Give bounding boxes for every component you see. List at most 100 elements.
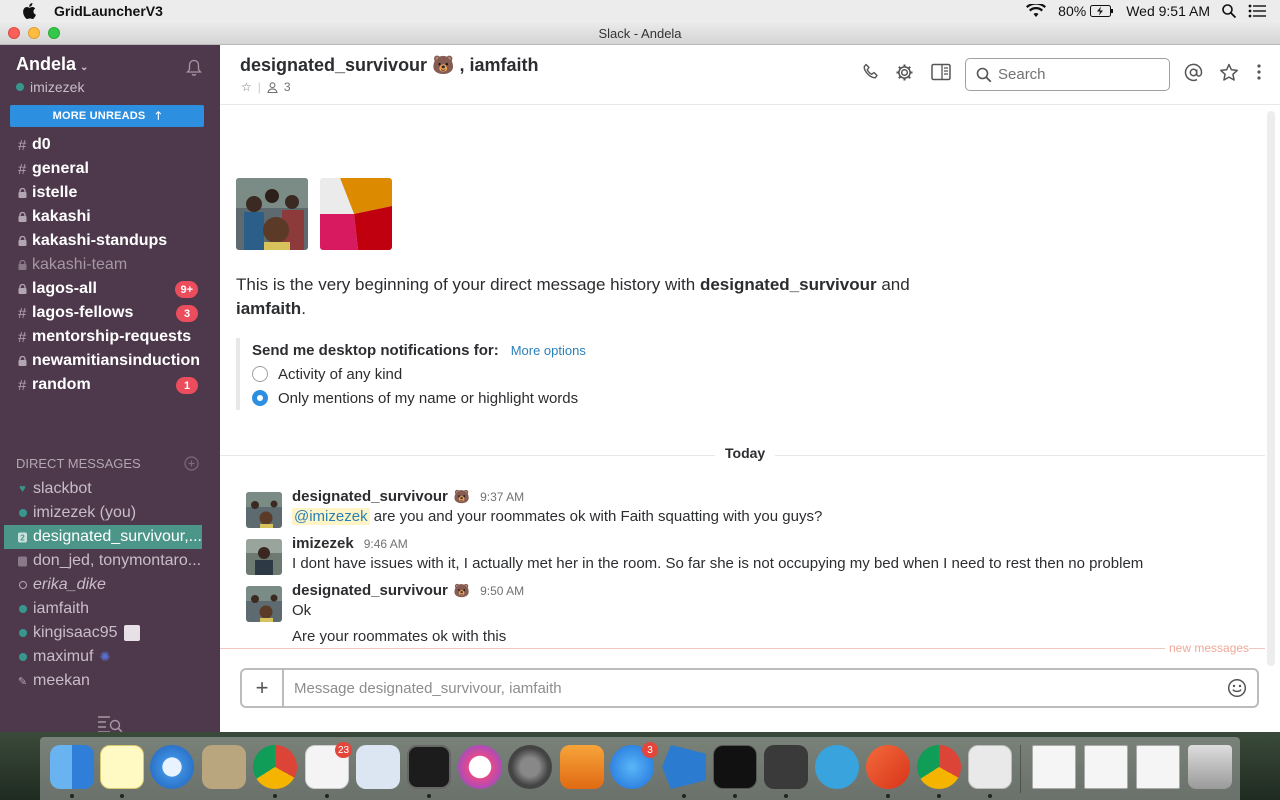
channel-item[interactable]: # general (0, 157, 220, 181)
channel-item[interactable]: kakashi-team (0, 253, 220, 277)
message-input[interactable]: Message designated_survivour, iamfaith (294, 680, 1227, 697)
close-window-button[interactable] (8, 27, 20, 39)
zoom-window-button[interactable] (48, 27, 60, 39)
search-input[interactable]: Search (965, 58, 1170, 91)
avatar[interactable] (246, 586, 282, 622)
channel-item[interactable]: # lagos-fellows 3 (0, 301, 220, 325)
channel-item[interactable]: # random 1 (0, 373, 220, 397)
menubar-clock[interactable]: Wed 9:51 AM (1126, 3, 1210, 19)
ibooks-icon[interactable] (560, 745, 604, 789)
conversation-title[interactable]: designated_survivour 🐻 , iamfaith (240, 55, 539, 76)
mentions-icon[interactable] (1184, 63, 1203, 82)
message-time[interactable]: 9:50 AM (480, 584, 524, 598)
intro-user-link[interactable]: designated_survivour (700, 275, 877, 294)
wifi-icon[interactable] (1026, 4, 1047, 18)
iterm-icon[interactable] (713, 745, 757, 789)
dm-item-self[interactable]: imizezek (you) (0, 501, 220, 525)
postgres-icon[interactable] (815, 745, 859, 789)
phone-icon[interactable] (862, 63, 880, 81)
active-app-name[interactable]: GridLauncherV3 (54, 3, 163, 19)
message-author[interactable]: designated_survivour (292, 488, 448, 505)
more-vertical-icon[interactable] (1256, 63, 1262, 81)
gear-icon[interactable] (895, 63, 914, 82)
sidebar-toggle-icon[interactable] (931, 63, 951, 81)
dm-item-maximuf[interactable]: maximuf ✺ (0, 645, 220, 669)
online-status-icon (18, 653, 27, 661)
java-icon[interactable] (968, 745, 1012, 789)
dm-item-meekan[interactable]: ✎ meekan (0, 669, 220, 693)
notification-center-icon[interactable] (1248, 4, 1266, 18)
pencil-icon: ✎ (17, 675, 28, 688)
message-composer[interactable]: + Message designated_survivour, iamfaith (240, 668, 1259, 708)
message-author[interactable]: imizezek (292, 535, 354, 552)
more-unreads-button[interactable]: MORE UNREADS 🡑 (10, 105, 204, 127)
radio-activity-any[interactable]: Activity of any kind (252, 362, 636, 386)
channel-item[interactable]: # mentorship-requests (0, 325, 220, 349)
notes-icon[interactable] (100, 745, 144, 789)
message-scrollbar[interactable] (1267, 111, 1275, 666)
bell-icon[interactable] (186, 59, 202, 77)
finder-icon[interactable] (50, 745, 94, 789)
terminal-icon[interactable] (407, 745, 451, 789)
keynote-icon[interactable] (356, 745, 400, 789)
channel-item[interactable]: kakashi-standups (0, 229, 220, 253)
more-options-link[interactable]: More options (511, 343, 586, 358)
spotlight-search-icon[interactable] (1222, 4, 1236, 18)
avatar[interactable] (320, 178, 392, 250)
minimized-window-icon[interactable] (1084, 745, 1128, 789)
direct-messages-header[interactable]: DIRECT MESSAGES (16, 456, 141, 471)
dm-item-kingisaac95[interactable]: kingisaac95 (0, 621, 220, 645)
vscode-icon[interactable] (662, 745, 706, 789)
member-icon[interactable] (267, 81, 278, 93)
current-user[interactable]: imizezek (16, 79, 84, 95)
starred-items-icon[interactable] (1219, 63, 1239, 82)
mail-icon[interactable] (202, 745, 246, 789)
team-name[interactable]: Andela ⌄ (16, 54, 88, 75)
safari-icon[interactable] (150, 745, 194, 789)
radio-mentions-only[interactable]: Only mentions of my name or highlight wo… (252, 386, 636, 410)
dm-item-slackbot[interactable]: ♥ slackbot (0, 477, 220, 501)
channel-item[interactable]: newamitiansinduction (0, 349, 220, 373)
channel-item[interactable]: # d0 (0, 133, 220, 157)
channel-item[interactable]: lagos-all 9+ (0, 277, 220, 301)
chrome-icon[interactable] (253, 745, 297, 789)
chrome-canary-icon[interactable] (917, 745, 961, 789)
plus-icon[interactable]: + (242, 670, 284, 706)
postman-icon[interactable] (866, 745, 910, 789)
star-icon[interactable]: ☆ (241, 80, 252, 94)
quick-switcher-icon[interactable] (97, 715, 123, 732)
minimized-window-icon[interactable] (1136, 745, 1180, 789)
member-count[interactable]: 3 (284, 80, 291, 94)
user-mention[interactable]: @imizezek (292, 508, 370, 525)
channel-item[interactable]: istelle (0, 181, 220, 205)
radio-button-selected[interactable] (252, 390, 268, 406)
apple-icon[interactable] (22, 3, 36, 19)
channel-item[interactable]: kakashi (0, 205, 220, 229)
dm-item-erika[interactable]: erika_dike (0, 573, 220, 597)
dm-item-active[interactable]: 2 designated_survivour,... (4, 525, 202, 549)
intro-user-link[interactable]: iamfaith (236, 299, 301, 318)
message-time[interactable]: 9:37 AM (480, 490, 524, 504)
window-titlebar[interactable]: Slack - Andela (0, 22, 1280, 45)
avatar[interactable] (236, 178, 308, 250)
itunes-icon[interactable] (458, 745, 502, 789)
dm-item-group[interactable]: don_jed, tonymontaro... (0, 549, 220, 573)
system-preferences-icon[interactable] (508, 745, 552, 789)
emoji-icon[interactable] (1227, 678, 1247, 698)
battery-icon[interactable] (1090, 5, 1114, 17)
message-text: I dont have issues with it, I actually m… (292, 555, 1144, 572)
radio-button[interactable] (252, 366, 268, 382)
message-text: Are your roommates ok with this (292, 628, 507, 645)
add-circle-icon[interactable] (184, 456, 199, 471)
sublime-text-icon[interactable] (764, 745, 808, 789)
trash-icon[interactable] (1188, 745, 1232, 789)
avatar[interactable] (246, 539, 282, 575)
avatar[interactable] (246, 492, 282, 528)
minimize-window-button[interactable] (28, 27, 40, 39)
dm-item-iamfaith[interactable]: iamfaith (0, 597, 220, 621)
message-author[interactable]: designated_survivour (292, 582, 448, 599)
message-time[interactable]: 9:46 AM (364, 537, 408, 551)
minimized-window-icon[interactable] (1032, 745, 1076, 789)
window-title: Slack - Andela (598, 25, 682, 41)
online-status-icon (16, 83, 24, 91)
